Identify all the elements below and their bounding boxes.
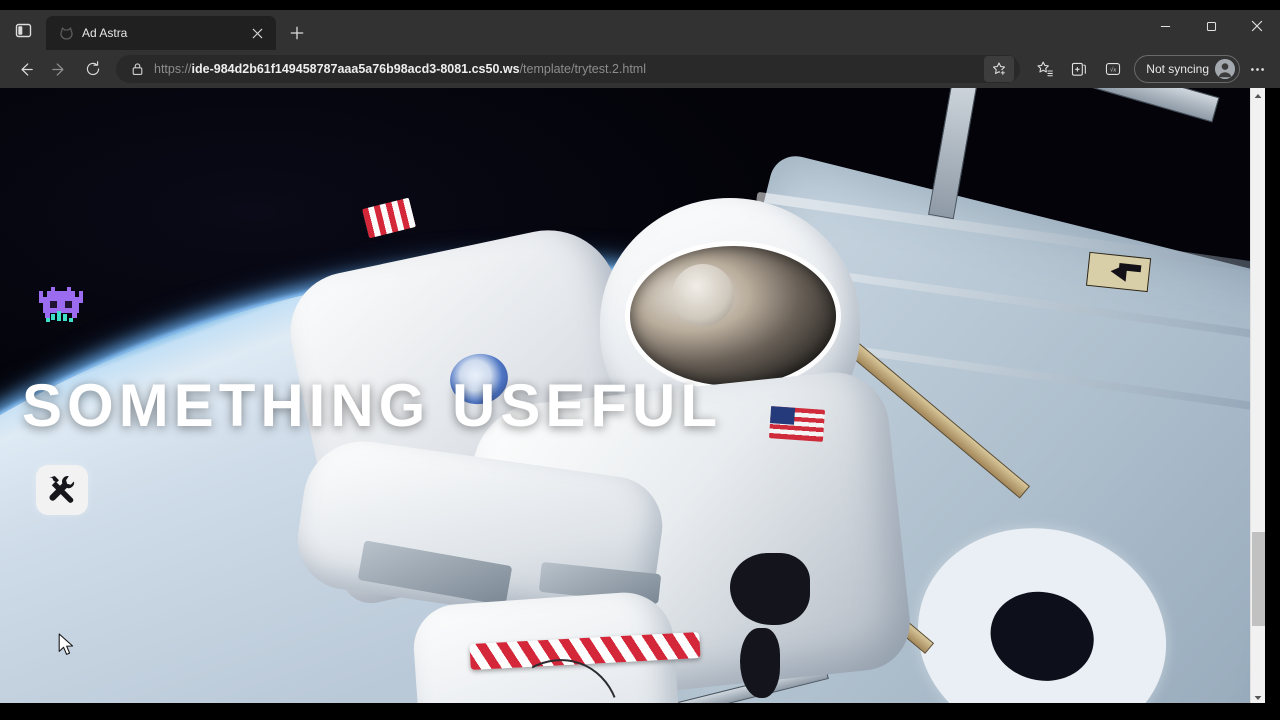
web-page: SOMETHING USEFUL bbox=[0, 88, 1265, 706]
profile-button[interactable]: Not syncing bbox=[1134, 55, 1240, 83]
close-icon bbox=[1251, 20, 1263, 32]
helmet-visor bbox=[630, 246, 836, 386]
visor-reflection bbox=[672, 264, 734, 326]
astronaut bbox=[279, 158, 920, 706]
url-path: /template/trytest.2.html bbox=[519, 61, 646, 76]
math-solver-icon: √x bbox=[1106, 63, 1121, 75]
cat-favicon bbox=[58, 25, 74, 41]
browser-toolbar: https://ide-984d2b61f149458787aaa5a76b98… bbox=[0, 50, 1280, 88]
us-flag-patch bbox=[768, 406, 826, 442]
favorites-button[interactable] bbox=[1028, 54, 1062, 84]
address-text[interactable]: https://ide-984d2b61f149458787aaa5a76b98… bbox=[146, 62, 984, 77]
tab-actions-button[interactable] bbox=[0, 10, 46, 50]
tab-strip: Ad Astra bbox=[0, 10, 1280, 50]
browser-window: Ad Astra https://ide-984d2b61f149458787a… bbox=[0, 0, 1280, 720]
arrow-right-icon bbox=[51, 62, 64, 76]
tether-hardware bbox=[740, 628, 780, 698]
window-controls bbox=[1142, 10, 1280, 50]
maximize-button[interactable] bbox=[1188, 10, 1234, 42]
page-bottom-bar bbox=[0, 703, 1280, 720]
chevron-down-icon bbox=[1254, 696, 1262, 700]
page-viewport: SOMETHING USEFUL bbox=[0, 88, 1280, 720]
maximize-icon bbox=[1206, 21, 1216, 31]
forward-button[interactable] bbox=[42, 54, 76, 84]
back-button[interactable] bbox=[8, 54, 42, 84]
url-scheme: https:// bbox=[154, 61, 192, 76]
scrollbar-thumb[interactable] bbox=[1251, 531, 1265, 626]
tab-title: Ad Astra bbox=[82, 26, 128, 40]
plus-icon bbox=[290, 26, 304, 40]
new-tab-button[interactable] bbox=[282, 18, 312, 48]
collections-icon bbox=[1072, 62, 1087, 76]
svg-text:√x: √x bbox=[1110, 66, 1116, 73]
suit-red-stripe bbox=[362, 197, 416, 239]
settings-and-more-button[interactable] bbox=[1242, 54, 1272, 84]
minimize-button[interactable] bbox=[1142, 10, 1188, 42]
hero-section: SOMETHING USEFUL bbox=[0, 88, 1265, 706]
collections-button[interactable] bbox=[1062, 54, 1096, 84]
ellipsis-icon bbox=[1250, 67, 1264, 71]
tab-actions-icon bbox=[15, 23, 31, 37]
page-scrollbar[interactable] bbox=[1250, 88, 1265, 706]
minimize-icon bbox=[1160, 25, 1170, 27]
star-plus-icon bbox=[993, 62, 1007, 76]
tether-hardware bbox=[730, 553, 810, 625]
close-button[interactable] bbox=[1234, 10, 1280, 42]
person-avatar bbox=[1215, 59, 1235, 79]
scrollbar-up-button[interactable] bbox=[1251, 88, 1266, 104]
arrow-left-icon bbox=[20, 62, 33, 76]
refresh-icon bbox=[86, 61, 100, 76]
math-solver-button[interactable]: √x bbox=[1096, 54, 1130, 84]
url-host: ide-984d2b61f149458787aaa5a76b98acd3-808… bbox=[191, 61, 520, 76]
tab-close-icon[interactable] bbox=[246, 22, 268, 44]
add-favorite-button[interactable] bbox=[984, 56, 1015, 82]
lock-icon bbox=[128, 62, 146, 76]
address-bar[interactable]: https://ide-984d2b61f149458787aaa5a76b98… bbox=[116, 55, 1021, 83]
window-top-strip bbox=[0, 0, 1280, 10]
scrollbar-track[interactable] bbox=[1251, 104, 1266, 690]
refresh-button[interactable] bbox=[76, 54, 110, 84]
chevron-up-icon bbox=[1254, 94, 1262, 98]
arrow-decal bbox=[1085, 251, 1152, 293]
browser-tab[interactable]: Ad Astra bbox=[46, 16, 276, 50]
profile-label: Not syncing bbox=[1146, 62, 1209, 76]
favorites-star-icon bbox=[1037, 61, 1054, 77]
